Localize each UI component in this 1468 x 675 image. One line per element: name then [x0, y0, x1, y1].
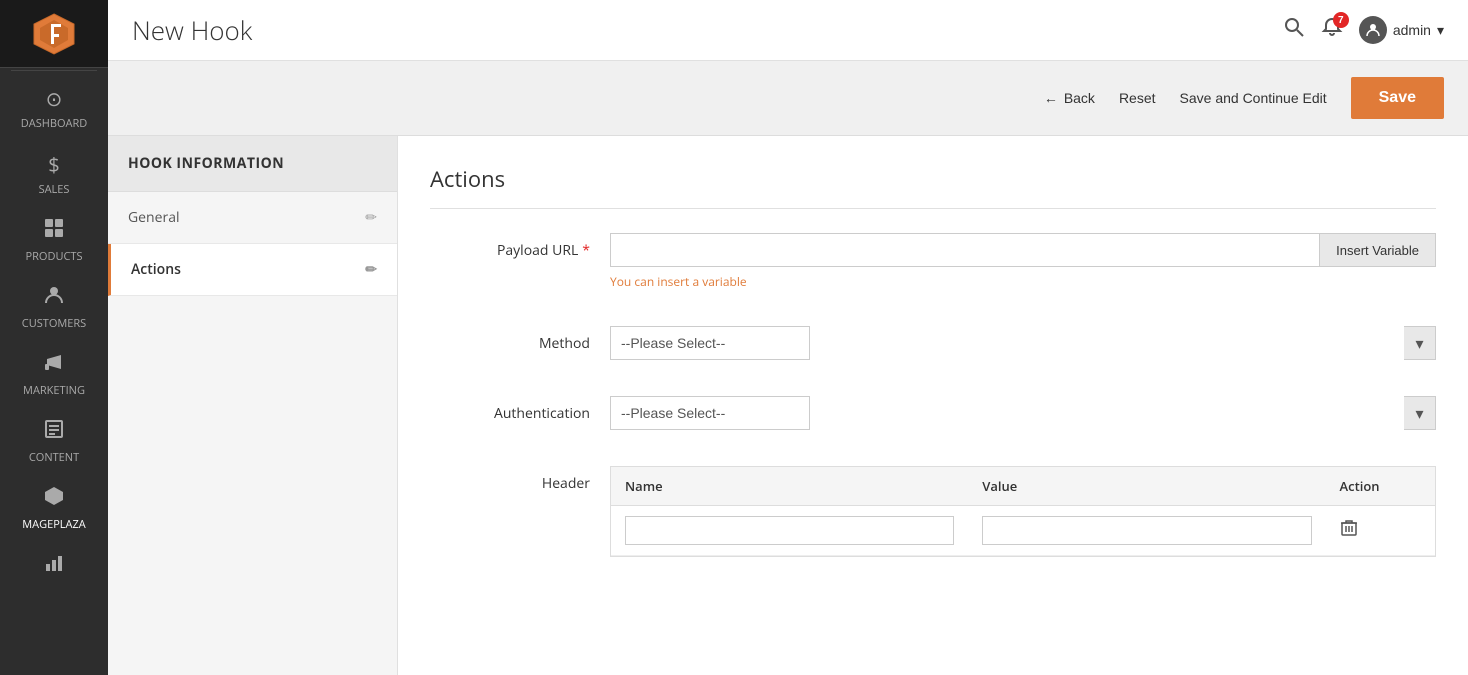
- sidebar-item-dashboard[interactable]: ⊙ DASHBOARD: [0, 73, 108, 139]
- header-table-row: [611, 506, 1435, 556]
- method-select-arrow: ▾: [1404, 326, 1436, 360]
- sidebar-divider-top: [11, 70, 97, 71]
- method-control: --Please Select-- ▾: [610, 326, 1436, 360]
- sidebar: ⊙ DASHBOARD $ SALES PRODUCTS CUSTOMERS: [0, 0, 108, 675]
- header-value-input[interactable]: [982, 516, 1311, 545]
- header-action-cell: [1326, 506, 1435, 556]
- top-header: New Hook 7: [108, 0, 1468, 61]
- general-nav-label: General: [128, 208, 180, 227]
- back-label: Back: [1064, 90, 1095, 106]
- payload-url-input-group: Insert Variable: [610, 233, 1436, 267]
- panel-nav-item-actions[interactable]: Actions ✏: [108, 244, 397, 296]
- payload-url-hint: You can insert a variable: [610, 273, 1436, 290]
- sidebar-item-customers[interactable]: CUSTOMERS: [0, 272, 108, 339]
- action-bar: ← Back Reset Save and Continue Edit Save: [108, 61, 1468, 136]
- header-table-wrapper: Name Value Action: [610, 466, 1436, 557]
- chevron-down-icon: ▾: [1437, 22, 1444, 39]
- sidebar-item-label: CONTENT: [29, 450, 79, 465]
- sidebar-item-products[interactable]: PRODUCTS: [0, 205, 108, 272]
- left-panel: HOOK INFORMATION General ✏ Actions ✏: [108, 136, 398, 675]
- avatar: [1359, 16, 1387, 44]
- method-label: Method: [430, 326, 610, 353]
- sidebar-item-label: PRODUCTS: [26, 249, 83, 264]
- sidebar-item-label: CUSTOMERS: [22, 316, 86, 331]
- payload-url-control: Insert Variable You can insert a variabl…: [610, 233, 1436, 290]
- edit-icon-general: ✏: [365, 208, 377, 227]
- panel-nav-item-general[interactable]: General ✏: [108, 192, 397, 244]
- content-icon: [43, 418, 65, 446]
- header-table: Name Value Action: [611, 467, 1435, 556]
- sidebar-item-label: DASHBOARD: [21, 116, 87, 131]
- header-label: Header: [430, 466, 610, 493]
- sidebar-item-sales[interactable]: $ SALES: [0, 139, 108, 205]
- dashboard-icon: ⊙: [46, 85, 63, 112]
- sidebar-item-label: SALES: [39, 182, 70, 197]
- payload-url-input[interactable]: [610, 233, 1320, 267]
- edit-icon-actions: ✏: [365, 260, 377, 279]
- notification-badge: 7: [1333, 12, 1349, 28]
- page-title: New Hook: [132, 12, 252, 48]
- sidebar-item-label: MAGEPLAZA: [22, 517, 86, 532]
- save-continue-button[interactable]: Save and Continue Edit: [1180, 90, 1327, 106]
- search-button[interactable]: [1283, 16, 1305, 44]
- insert-variable-button[interactable]: Insert Variable: [1320, 233, 1436, 267]
- header-col-value: Value: [968, 467, 1325, 506]
- authentication-select[interactable]: --Please Select--: [610, 396, 810, 430]
- payload-url-row: Payload URL* Insert Variable You can ins…: [430, 225, 1436, 290]
- mageplaza-icon: [43, 485, 65, 513]
- header-value-cell: [968, 506, 1325, 556]
- header-right: 7 admin ▾: [1283, 16, 1444, 44]
- notification-button[interactable]: 7: [1321, 16, 1343, 44]
- auth-select-arrow: ▾: [1404, 396, 1436, 430]
- sidebar-item-content[interactable]: CONTENT: [0, 406, 108, 473]
- header-row: Header Name Value Action: [430, 458, 1436, 557]
- authentication-control: --Please Select-- ▾: [610, 396, 1436, 430]
- header-col-action: Action: [1326, 467, 1435, 506]
- sidebar-item-reports[interactable]: [0, 540, 108, 588]
- delete-header-row-button[interactable]: [1340, 519, 1358, 542]
- header-col-name: Name: [611, 467, 968, 506]
- admin-label: admin: [1393, 22, 1431, 38]
- customers-icon: [43, 284, 65, 312]
- reset-button[interactable]: Reset: [1119, 90, 1156, 106]
- required-star: *: [582, 241, 590, 260]
- sidebar-item-mageplaza[interactable]: MAGEPLAZA: [0, 473, 108, 540]
- sales-icon: $: [48, 151, 59, 178]
- content-area: HOOK INFORMATION General ✏ Actions ✏ Act…: [108, 136, 1468, 675]
- sidebar-item-marketing[interactable]: MARKETING: [0, 339, 108, 406]
- method-row: Method --Please Select-- ▾: [430, 318, 1436, 360]
- admin-menu-button[interactable]: admin ▾: [1359, 16, 1444, 44]
- reports-icon: [43, 552, 65, 580]
- main-content: New Hook 7: [108, 0, 1468, 675]
- reset-label: Reset: [1119, 90, 1156, 106]
- method-select-wrapper: --Please Select-- ▾: [610, 326, 1436, 360]
- save-continue-label: Save and Continue Edit: [1180, 90, 1327, 106]
- header-name-input[interactable]: [625, 516, 954, 545]
- payload-url-label: Payload URL*: [430, 233, 610, 260]
- method-select[interactable]: --Please Select--: [610, 326, 810, 360]
- header-name-cell: [611, 506, 968, 556]
- back-button[interactable]: ← Back: [1044, 90, 1095, 106]
- right-panel: Actions Payload URL* Insert Variable You…: [398, 136, 1468, 675]
- actions-nav-label: Actions: [131, 260, 181, 279]
- authentication-row: Authentication --Please Select-- ▾: [430, 388, 1436, 430]
- marketing-icon: [43, 351, 65, 379]
- authentication-label: Authentication: [430, 396, 610, 423]
- products-icon: [43, 217, 65, 245]
- actions-section-title: Actions: [430, 164, 1436, 209]
- authentication-select-wrapper: --Please Select-- ▾: [610, 396, 1436, 430]
- sidebar-item-label: MARKETING: [23, 383, 85, 398]
- back-arrow-icon: ←: [1044, 90, 1058, 106]
- hook-information-header: HOOK INFORMATION: [108, 136, 397, 192]
- save-button[interactable]: Save: [1351, 77, 1444, 119]
- sidebar-logo: [0, 0, 108, 68]
